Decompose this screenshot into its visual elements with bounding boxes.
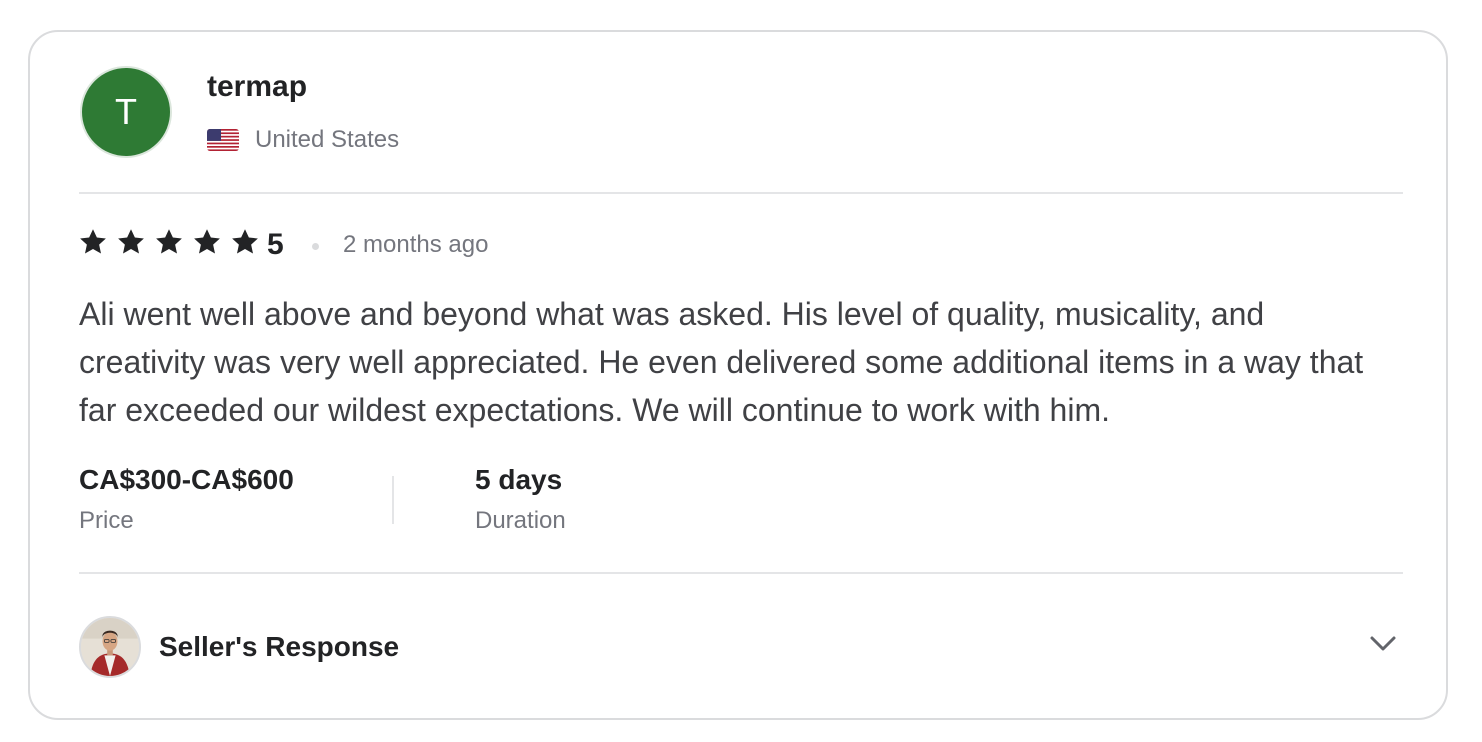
- price-value: CA$300-CA$600: [79, 464, 294, 495]
- seller-response-toggle[interactable]: Seller's Response: [79, 616, 1409, 680]
- duration-label: Duration: [475, 507, 566, 534]
- seller-avatar: [79, 616, 141, 678]
- star-icon: [192, 227, 222, 257]
- reviewer-country: United States: [255, 126, 400, 153]
- star-rating: [78, 227, 268, 257]
- review-time: 2 months ago: [343, 231, 489, 258]
- duration-value: 5 days: [475, 464, 563, 495]
- avatar-initial: T: [115, 91, 137, 132]
- header-divider: [79, 192, 1403, 194]
- price-label: Price: [79, 507, 134, 534]
- chevron-down-icon[interactable]: [1367, 628, 1399, 660]
- reviewer-username[interactable]: termap: [207, 70, 307, 104]
- dot-separator: [312, 243, 319, 250]
- review-text: Ali went well above and beyond what was …: [79, 296, 1364, 428]
- stats-divider: [392, 476, 394, 524]
- star-icon: [154, 227, 184, 257]
- reviewer-avatar[interactable]: T: [80, 66, 172, 158]
- seller-response-label: Seller's Response: [159, 631, 400, 662]
- review-card: T termap United States 5 2 months ago Al…: [28, 30, 1448, 720]
- rating-value: 5: [267, 228, 284, 261]
- star-icon: [78, 227, 108, 257]
- star-icon: [116, 227, 146, 257]
- response-divider: [79, 572, 1403, 574]
- us-flag-icon: [207, 129, 239, 151]
- star-icon: [230, 227, 260, 257]
